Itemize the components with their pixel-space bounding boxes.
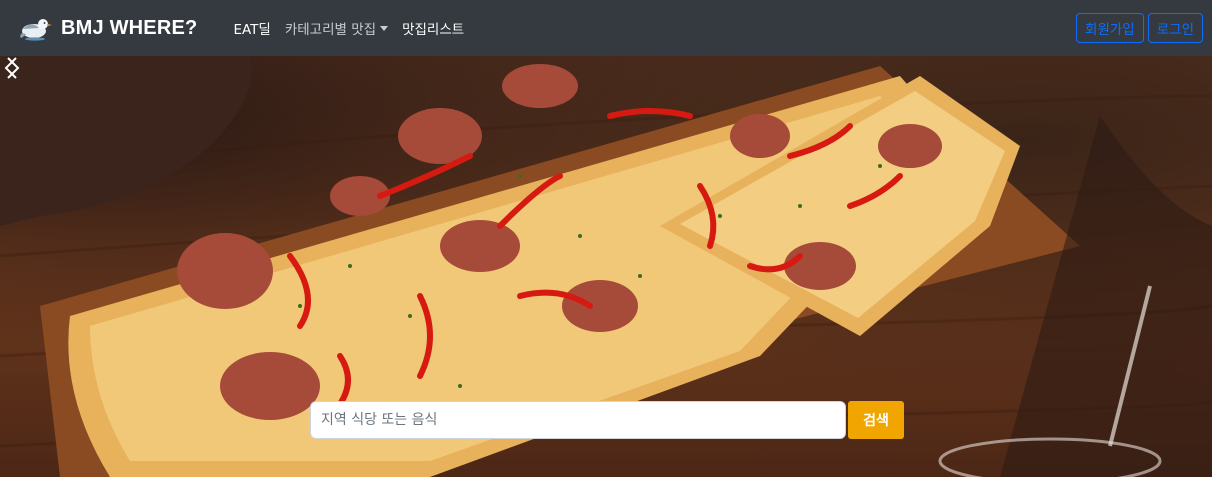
main-nav: EAT딜 카테고리별 맛집 맛집리스트: [233, 18, 478, 38]
search-input[interactable]: [310, 401, 846, 439]
search-button[interactable]: 검색: [848, 401, 904, 439]
hero-carousel: 검색: [0, 56, 1212, 477]
nav-category-dropdown[interactable]: 카테고리별 맛집: [284, 18, 389, 38]
caret-down-icon: [380, 25, 389, 31]
search-form: 검색: [310, 401, 904, 439]
auth-buttons: 회원가입 로그인: [1076, 13, 1203, 43]
nav-category-label: 카테고리별 맛집: [284, 22, 377, 38]
seagull-icon: [20, 19, 52, 41]
nav-eat-deal[interactable]: EAT딜: [233, 18, 270, 38]
navbar: BMJ WHERE? EAT딜 카테고리별 맛집 맛집리스트 회원가입 로그인: [0, 0, 1212, 56]
login-button[interactable]: 로그인: [1147, 13, 1203, 43]
brand-name: BMJ WHERE?: [61, 16, 198, 39]
nav-restaurant-list[interactable]: 맛집리스트: [402, 18, 464, 38]
brand-link[interactable]: BMJ WHERE?: [17, 14, 197, 42]
signup-button[interactable]: 회원가입: [1076, 13, 1144, 43]
chevron-right-icon[interactable]: [0, 56, 24, 80]
